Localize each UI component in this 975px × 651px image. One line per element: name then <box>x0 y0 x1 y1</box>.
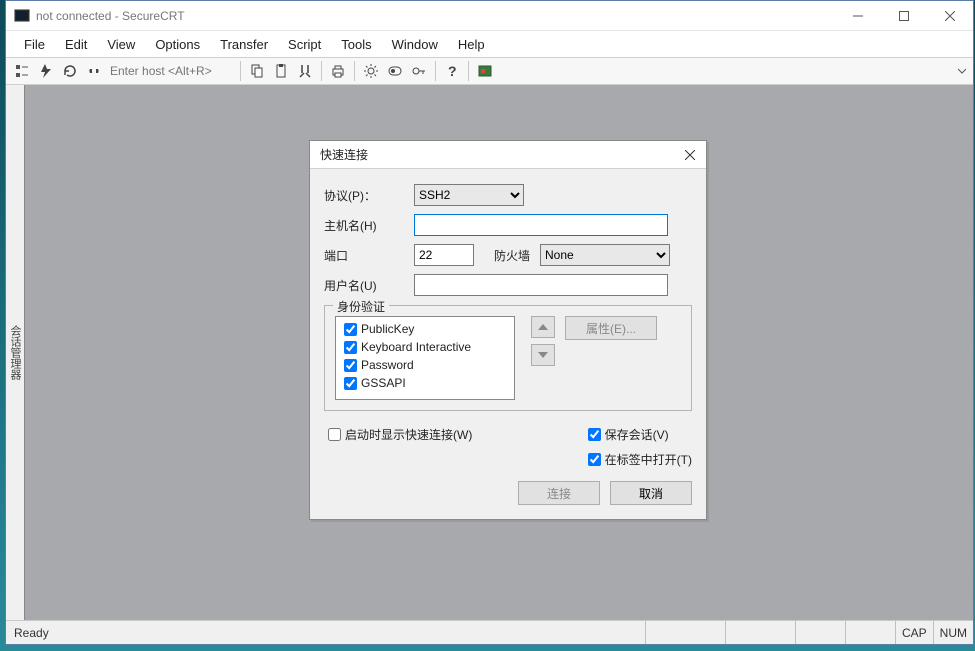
show-on-startup-checkbox[interactable]: 启动时显示快速连接(W) <box>324 425 584 444</box>
move-down-button[interactable] <box>531 344 555 366</box>
menu-transfer[interactable]: Transfer <box>210 33 278 56</box>
auth-groupbox: 身份验证 PublicKey Keyboard Interactive Pass… <box>324 305 692 411</box>
statusbar: Ready CAP NUM <box>6 620 973 644</box>
help-icon[interactable]: ? <box>441 60 463 82</box>
status-cell-2 <box>725 621 795 644</box>
paste-icon[interactable] <box>270 60 292 82</box>
status-cap: CAP <box>895 621 933 644</box>
toolbar: ? <box>6 57 973 85</box>
auth-keyboard-interactive: Keyboard Interactive <box>340 338 510 356</box>
menu-view[interactable]: View <box>97 33 145 56</box>
dialog-titlebar: 快速连接 <box>310 141 706 169</box>
minimize-button[interactable] <box>835 1 881 31</box>
cancel-button[interactable]: 取消 <box>610 481 692 505</box>
status-cell-3 <box>795 621 845 644</box>
dialog-close-button[interactable] <box>674 141 706 169</box>
close-button[interactable] <box>927 1 973 31</box>
session-manager-tab[interactable]: 会话管理器 <box>6 85 25 620</box>
port-label: 端口 <box>324 247 414 264</box>
reconnect-icon[interactable] <box>59 60 81 82</box>
status-ready: Ready <box>6 626 57 640</box>
hostname-input[interactable] <box>414 214 668 236</box>
print-icon[interactable] <box>327 60 349 82</box>
auth-password: Password <box>340 356 510 374</box>
window-title: not connected - SecureCRT <box>36 9 185 23</box>
move-up-button[interactable] <box>531 316 555 338</box>
auth-gssapi: GSSAPI <box>340 374 510 392</box>
open-in-tab-checkbox[interactable]: 在标签中打开(T) <box>584 450 692 469</box>
maximize-button[interactable] <box>881 1 927 31</box>
status-cell-1 <box>645 621 725 644</box>
disconnect-icon[interactable] <box>83 60 105 82</box>
protocol-label: 协议(P)： <box>324 187 414 204</box>
key-icon[interactable] <box>408 60 430 82</box>
copy-icon[interactable] <box>246 60 268 82</box>
username-input[interactable] <box>414 274 668 296</box>
options-icon[interactable] <box>384 60 406 82</box>
quick-connect-dialog: 快速连接 协议(P)： SSH2 主机名(H) 端口 <box>309 140 707 520</box>
session-manager-icon[interactable] <box>11 60 33 82</box>
menu-edit[interactable]: Edit <box>55 33 97 56</box>
status-num: NUM <box>933 621 973 644</box>
menu-help[interactable]: Help <box>448 33 495 56</box>
save-session-checkbox[interactable]: 保存会话(V) <box>584 425 692 444</box>
protocol-select[interactable]: SSH2 <box>414 184 524 206</box>
svg-text:?: ? <box>448 63 457 79</box>
terminal-area: 快速连接 协议(P)： SSH2 主机名(H) 端口 <box>25 85 973 620</box>
status-cell-4 <box>845 621 895 644</box>
menu-file[interactable]: File <box>14 33 55 56</box>
host-input[interactable] <box>106 61 236 81</box>
auth-legend: 身份验证 <box>333 298 389 315</box>
hostname-label: 主机名(H) <box>324 217 414 234</box>
find-icon[interactable] <box>294 60 316 82</box>
workspace: 会话管理器 快速连接 协议(P)： SSH2 主机名(H) <box>6 85 973 620</box>
dialog-title: 快速连接 <box>310 146 378 163</box>
connect-button[interactable]: 连接 <box>518 481 600 505</box>
firewall-select[interactable]: None <box>540 244 670 266</box>
securefx-icon[interactable] <box>474 60 496 82</box>
menu-options[interactable]: Options <box>145 33 210 56</box>
firewall-label: 防火墙 <box>494 247 530 264</box>
auth-list[interactable]: PublicKey Keyboard Interactive Password … <box>335 316 515 400</box>
menu-window[interactable]: Window <box>382 33 448 56</box>
username-label: 用户名(U) <box>324 277 414 294</box>
app-window: not connected - SecureCRT File Edit View… <box>5 0 974 645</box>
settings-icon[interactable] <box>360 60 382 82</box>
menu-tools[interactable]: Tools <box>331 33 381 56</box>
port-input[interactable] <box>414 244 474 266</box>
titlebar: not connected - SecureCRT <box>6 1 973 31</box>
auth-publickey: PublicKey <box>340 320 510 338</box>
toolbar-overflow-icon[interactable] <box>955 60 969 82</box>
quick-connect-icon[interactable] <box>35 60 57 82</box>
menu-script[interactable]: Script <box>278 33 331 56</box>
menubar: File Edit View Options Transfer Script T… <box>6 31 973 57</box>
properties-button[interactable]: 属性(E)... <box>565 316 657 340</box>
app-icon <box>14 8 30 24</box>
